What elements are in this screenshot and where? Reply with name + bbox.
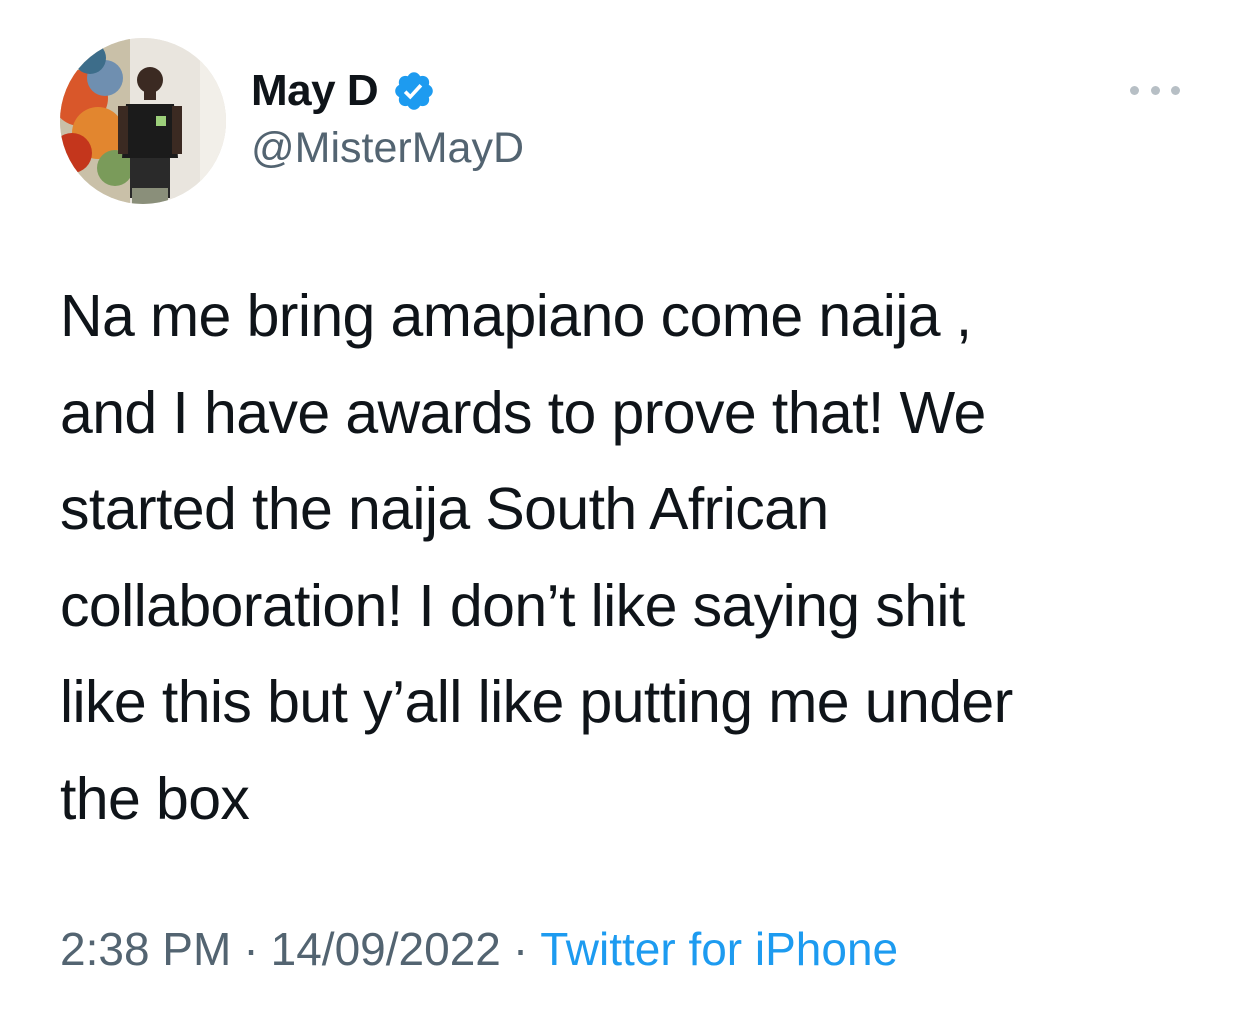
tweet-text: Na me bring amapiano come naija , and I …	[60, 283, 1013, 832]
meta-separator: ·	[512, 923, 529, 975]
more-dot	[1150, 85, 1160, 95]
avatar-image	[60, 38, 226, 204]
tweet-date[interactable]: 14/09/2022	[271, 923, 501, 975]
meta-separator: ·	[243, 923, 259, 975]
tweet-time[interactable]: 2:38 PM	[60, 923, 231, 975]
tweet-card: May D @MisterMayD Na me bring amapiano c…	[0, 0, 1242, 1015]
verified-badge-icon	[392, 69, 436, 113]
author-name-row[interactable]: May D	[251, 64, 436, 118]
more-dot	[1171, 85, 1180, 95]
more-options-icon[interactable]	[1130, 80, 1180, 100]
display-name[interactable]: May D	[251, 66, 379, 116]
tweet-meta: 2:38 PM · 14/09/2022 · Twitter for iPhone	[60, 922, 898, 976]
tweet-source-link[interactable]: Twitter for iPhone	[540, 923, 898, 975]
user-handle[interactable]: @MisterMayD	[251, 124, 524, 173]
more-dot	[1130, 85, 1139, 95]
avatar[interactable]	[60, 38, 226, 204]
